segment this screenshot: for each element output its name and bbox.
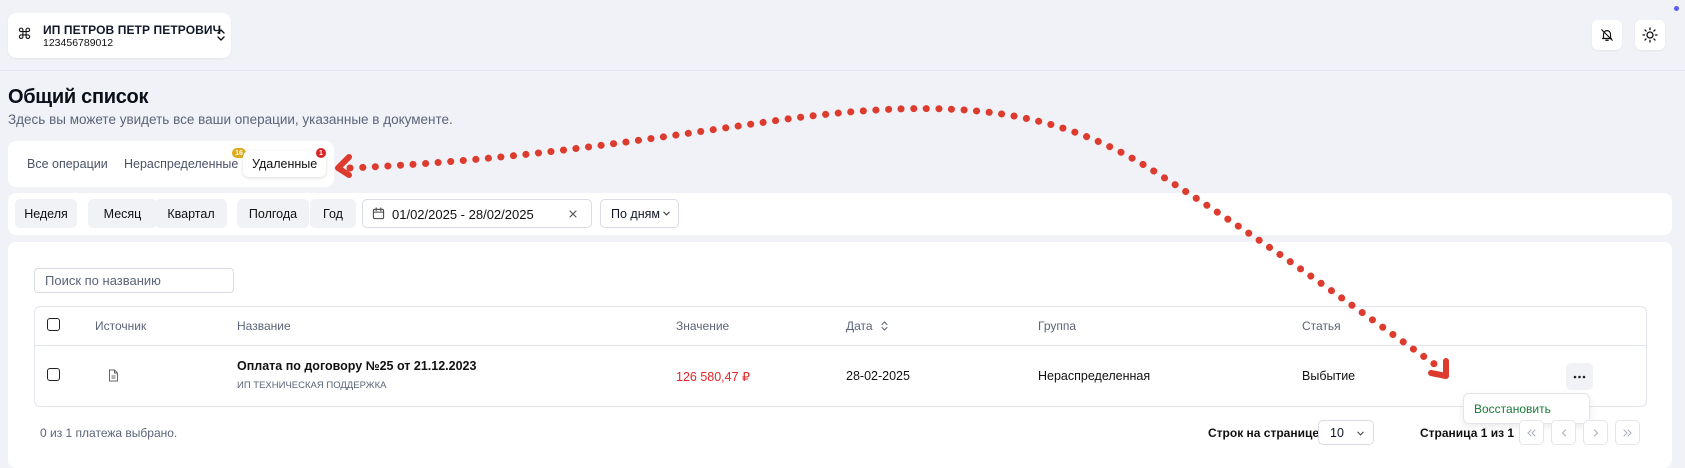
grouping-value: По дням <box>611 206 660 221</box>
first-page-button[interactable] <box>1519 420 1544 445</box>
page-subtitle: Здесь вы можете увидеть все ваши операци… <box>8 112 453 127</box>
tab-deleted[interactable]: Удаленные <box>243 151 327 177</box>
tab-label: Нераспределенные <box>124 157 239 171</box>
column-header-group[interactable]: Группа <box>1038 319 1076 333</box>
chevron-right-icon <box>1593 428 1598 437</box>
sun-icon <box>1642 27 1658 43</box>
column-header-source[interactable]: Источник <box>95 319 146 333</box>
period-year-button[interactable]: Год <box>310 199 356 228</box>
deleted-count-badge: 1 <box>316 148 326 158</box>
bell-off-icon <box>1601 29 1613 41</box>
previous-page-button[interactable] <box>1551 420 1576 445</box>
period-half-year-button[interactable]: Полгода <box>237 199 309 228</box>
row-actions-button[interactable] <box>1566 363 1593 390</box>
rows-per-page-label: Строк на странице <box>1208 426 1320 440</box>
period-month-button[interactable]: Месяц <box>88 199 157 228</box>
operation-date: 28-02-2025 <box>846 369 910 383</box>
rows-per-page-value: 10 <box>1330 425 1344 440</box>
rows-per-page-select[interactable]: 10 <box>1318 420 1374 445</box>
chevron-left-icon <box>1561 428 1566 437</box>
page-title: Общий список <box>8 86 149 108</box>
organization-inn: 123456789012 <box>43 37 114 49</box>
selection-summary: 0 из 1 платежа выбрано. <box>40 426 178 440</box>
clear-icon[interactable] <box>568 209 578 219</box>
theme-toggle-button[interactable] <box>1635 20 1665 50</box>
operations-table: Источник Название Значение Дата Группа С… <box>34 306 1647 407</box>
chevron-up-down-icon <box>217 29 225 41</box>
operation-title: Оплата по договору №25 от 21.12.2023 <box>237 359 477 373</box>
calendar-icon <box>372 207 385 220</box>
operations-tabs: Все операции Нераспределенные 16 Удаленн… <box>8 141 334 187</box>
tab-label: Удаленные <box>252 157 318 171</box>
top-header: ⌘ ИП ПЕТРОВ ПЕТР ПЕТРОВИЧ 123456789012 <box>0 0 1685 71</box>
operation-group: Нераспределенная <box>1038 369 1151 383</box>
column-header-name[interactable]: Название <box>237 319 291 333</box>
notifications-button[interactable] <box>1592 20 1622 50</box>
period-quarter-button[interactable]: Квартал <box>155 199 227 228</box>
date-range-value: 01/02/2025 - 28/02/2025 <box>392 207 534 222</box>
last-page-button[interactable] <box>1615 420 1640 445</box>
column-header-value[interactable]: Значение <box>676 319 729 333</box>
chevron-down-icon <box>1357 431 1364 436</box>
chevron-down-icon <box>663 211 670 216</box>
grouping-select[interactable]: По дням <box>600 199 679 228</box>
page-info: Страница 1 из 1 <box>1420 426 1515 440</box>
organization-name: ИП ПЕТРОВ ПЕТР ПЕТРОВИЧ <box>43 23 222 37</box>
search-input[interactable] <box>34 268 234 293</box>
date-range-picker[interactable]: 01/02/2025 - 28/02/2025 <box>362 199 592 228</box>
column-header-date[interactable]: Дата <box>846 319 873 333</box>
column-header-article[interactable]: Статья <box>1302 319 1341 333</box>
document-icon <box>109 369 118 382</box>
row-checkbox[interactable] <box>47 368 60 381</box>
chevrons-left-icon <box>1527 428 1536 437</box>
chevrons-right-icon <box>1623 428 1632 437</box>
operation-article: Выбытие <box>1302 369 1356 383</box>
header-divider <box>35 345 1646 346</box>
status-dot <box>1674 6 1679 11</box>
operation-value: 126 580,47 ₽ <box>676 370 750 384</box>
select-all-checkbox[interactable] <box>47 318 60 331</box>
more-horizontal-icon <box>1573 375 1586 378</box>
organization-switcher[interactable]: ⌘ ИП ПЕТРОВ ПЕТР ПЕТРОВИЧ 123456789012 <box>8 13 231 58</box>
period-week-button[interactable]: Неделя <box>15 199 77 228</box>
sort-icon[interactable] <box>880 320 889 332</box>
tab-unallocated[interactable]: Нераспределенные <box>124 151 238 177</box>
command-icon: ⌘ <box>17 26 32 43</box>
next-page-button[interactable] <box>1583 420 1608 445</box>
tab-label: Все операции <box>27 157 108 171</box>
tab-all-operations[interactable]: Все операции <box>27 151 108 177</box>
operation-counterparty: ИП ТЕХНИЧЕСКАЯ ПОДДЕРЖКА <box>237 380 387 391</box>
filter-bar: Неделя Месяц Квартал Полгода Год 01/02/2… <box>8 193 1672 235</box>
